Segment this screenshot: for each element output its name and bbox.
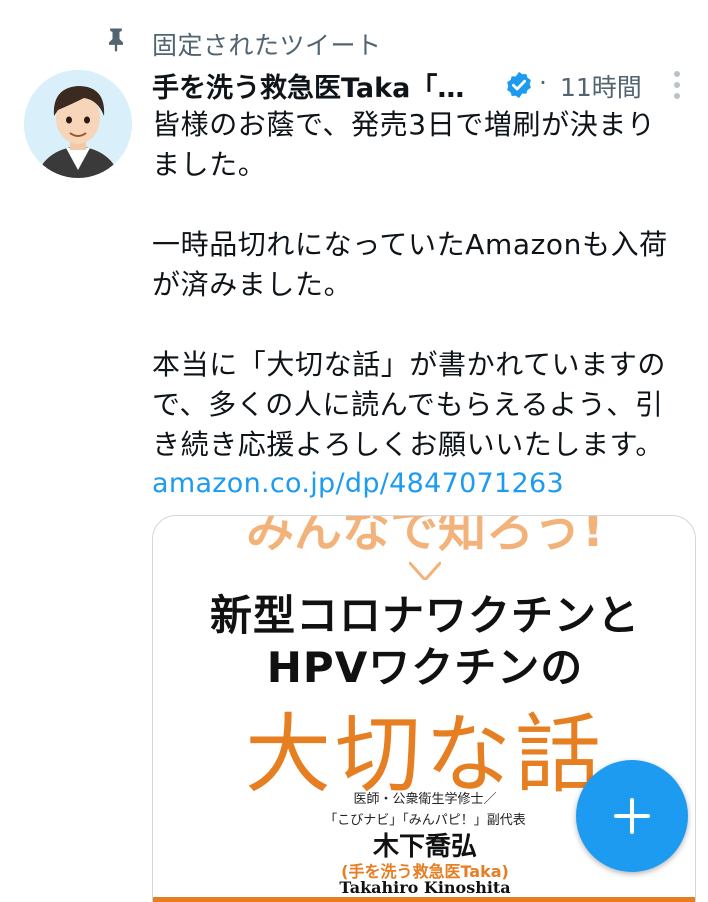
avatar-illustration — [24, 70, 132, 178]
book-author-roman: Takahiro Kinoshita — [339, 878, 511, 897]
tweet-header: 手を洗う救急医Taka「… · 11時間 — [152, 64, 692, 106]
tweet-link[interactable]: amazon.co.jp/dp/4847071263 — [152, 468, 564, 499]
avatar[interactable] — [24, 70, 132, 178]
compose-tweet-button[interactable] — [576, 760, 688, 872]
plus-icon — [614, 798, 650, 834]
pinned-label: 固定されたツイート — [152, 31, 382, 60]
more-vertical-icon[interactable] — [667, 68, 687, 102]
pinned-tweet-indicator: 固定されたツイート — [0, 22, 708, 60]
card-bottom-band — [153, 897, 695, 902]
meta-separator: · — [539, 68, 547, 97]
tweet-timestamp[interactable]: 11時間 — [560, 68, 642, 104]
verified-badge-icon — [507, 71, 531, 99]
tweet-text: 皆様のお蔭で、発売3日で増刷が決まり ました。 一時品切れになっていたAmazo… — [152, 108, 668, 461]
book-tagline: みんなで知ろう! — [246, 515, 604, 558]
speech-pointer-icon — [409, 562, 441, 580]
author-display-name[interactable]: 手を洗う救急医Taka「… — [152, 66, 464, 105]
pin-icon — [109, 28, 123, 52]
